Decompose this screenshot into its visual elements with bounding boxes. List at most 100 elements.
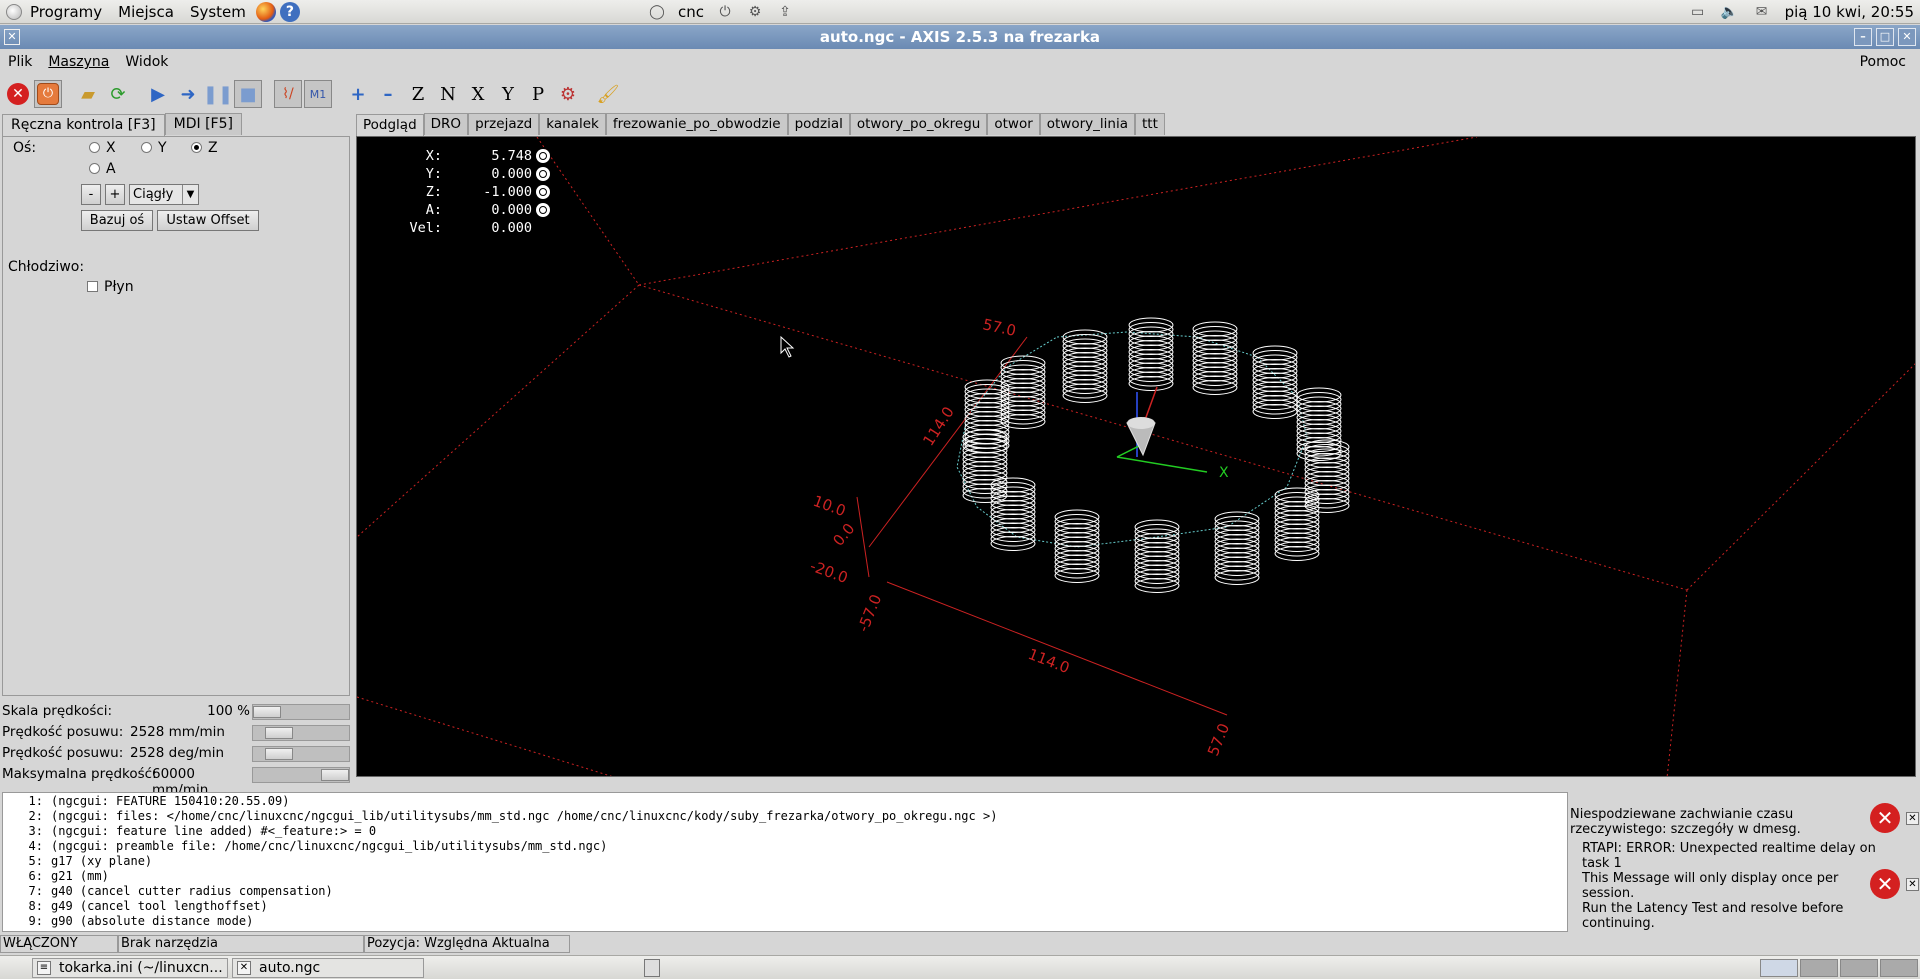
network-icon[interactable]: ◯ — [648, 4, 666, 20]
reload-button[interactable]: ⟳ — [104, 80, 132, 108]
view-z-button[interactable]: Z — [404, 80, 432, 108]
gcode-line[interactable]: 2: (ngcgui: files: </home/cnc/linuxcnc/ng… — [3, 809, 1567, 824]
slider-thumb[interactable] — [265, 748, 293, 760]
dro-axis: Vel: — [409, 220, 442, 236]
open-file-button[interactable]: ▰ — [74, 80, 102, 108]
window-title: auto.ngc - AXIS 2.5.3 na frezarka — [819, 28, 1101, 46]
menu-help[interactable]: Pomoc — [1852, 54, 1914, 70]
window-menu-icon[interactable]: ✕ — [4, 29, 20, 45]
update-icon[interactable]: ⇪ — [776, 4, 794, 20]
tab-otwor[interactable]: otwor — [987, 113, 1040, 135]
workspace-4[interactable] — [1880, 959, 1918, 977]
slider-thumb[interactable] — [265, 727, 293, 739]
view-z2-button[interactable]: N — [434, 80, 462, 108]
tab-dro[interactable]: DRO — [423, 113, 469, 135]
run-button[interactable]: ▶ — [144, 80, 172, 108]
jog-increment-select[interactable]: Ciągły ▼ — [129, 184, 199, 205]
axis-radio-x[interactable]: X — [89, 140, 116, 156]
gnome-logo-icon[interactable] — [6, 3, 22, 20]
workspace-2[interactable] — [1800, 959, 1838, 977]
task-tokarka[interactable]: ≡ tokarka.ini (~/linuxcn... — [32, 958, 228, 978]
menu-file[interactable]: Plik — [0, 54, 40, 70]
close-button[interactable]: ✕ — [1898, 28, 1916, 46]
rotate-view-button[interactable]: ⚙ — [554, 80, 582, 108]
task-label: auto.ngc — [259, 960, 321, 976]
trash-icon[interactable] — [644, 959, 660, 977]
axis-radio-a[interactable]: A — [89, 161, 116, 177]
menu-places[interactable]: Miejsca — [110, 0, 182, 24]
gcode-line[interactable]: 8: g49 (cancel tool lengthoffset) — [3, 899, 1567, 914]
tab-frezowanie-po-obwodzie[interactable]: frezowanie_po_obwodzie — [605, 113, 788, 135]
gcode-line[interactable]: 1: (ngcgui: FEATURE 150410:20.55.09) — [3, 794, 1567, 809]
slider-thumb[interactable] — [321, 769, 349, 781]
view-x-button[interactable]: X — [464, 80, 492, 108]
jog-speed-slider[interactable] — [252, 725, 350, 741]
mail-icon[interactable]: ✉ — [1753, 4, 1771, 20]
display-icon[interactable]: ▭ — [1689, 4, 1707, 20]
pause-button[interactable]: ❚❚ — [203, 80, 233, 108]
feed-override-slider[interactable] — [252, 704, 350, 720]
optional-stop-button[interactable]: M1 — [304, 80, 332, 108]
clear-backplot-button[interactable]: 🖌 — [594, 80, 622, 108]
dro-value: 5.748 — [491, 148, 532, 164]
window-titlebar[interactable]: ✕ auto.ngc - AXIS 2.5.3 na frezarka – □ … — [0, 25, 1920, 49]
jog-plus-button[interactable]: + — [105, 184, 125, 205]
slider-thumb[interactable] — [253, 706, 281, 718]
feed-override-row: Skala prędkości: 100 % — [2, 702, 350, 722]
max-velocity-slider[interactable] — [252, 767, 350, 783]
firefox-icon[interactable] — [255, 1, 276, 22]
touch-off-button[interactable]: Ustaw Offset — [157, 210, 259, 231]
workspace-3[interactable] — [1840, 959, 1878, 977]
gcode-line[interactable]: 3: (ngcgui: feature line added) #<_featur… — [3, 824, 1567, 839]
tab-kanalek[interactable]: kanalek — [539, 113, 606, 135]
menu-system[interactable]: System — [182, 0, 254, 24]
zoom-in-button[interactable]: + — [344, 80, 372, 108]
gcode-line[interactable]: 6: g21 (mm) — [3, 869, 1567, 884]
tab-przejazd[interactable]: przejazd — [468, 113, 540, 135]
line-number: 3: — [28, 824, 43, 838]
home-axis-button[interactable]: Bazuj oś — [81, 210, 153, 231]
machine-power-button[interactable]: ⏻ — [34, 80, 62, 108]
task-auto-ngc[interactable]: ✕ auto.ngc — [232, 958, 424, 978]
tab-manual-control[interactable]: Ręczna kontrola [F3] — [2, 114, 165, 136]
block-delete-button[interactable]: ⌇/ — [274, 80, 302, 108]
cnc-label[interactable]: cnc — [678, 3, 704, 21]
tab-preview[interactable]: Podgląd — [356, 114, 424, 136]
axis-radio-z[interactable]: Z — [191, 140, 218, 156]
volume-icon[interactable]: 🔈 — [1721, 4, 1739, 20]
jog-minus-button[interactable]: - — [81, 184, 101, 205]
stop-button[interactable]: ■ — [234, 80, 262, 108]
estop-button[interactable]: ✕ — [4, 80, 32, 108]
clock[interactable]: pią 10 kwi, 20:55 — [1785, 3, 1914, 21]
tab-otwory-po-okregu[interactable]: otwory_po_okregu — [849, 113, 988, 135]
gcode-line[interactable]: 5: g17 (xy plane) — [3, 854, 1567, 869]
maximize-button[interactable]: □ — [1876, 28, 1894, 46]
view-y-button[interactable]: Y — [494, 80, 522, 108]
close-message-1-button[interactable]: ✕ — [1906, 812, 1919, 825]
angular-jog-speed-slider[interactable] — [252, 746, 350, 762]
gcode-line[interactable]: 7: g40 (cancel cutter radius compensation… — [3, 884, 1567, 899]
tab-mdi[interactable]: MDI [F5] — [164, 113, 242, 135]
step-button[interactable]: ➜ — [174, 80, 202, 108]
tab-ttt[interactable]: ttt — [1134, 113, 1165, 135]
gcode-line[interactable]: 9: g90 (absolute distance mode) — [3, 914, 1567, 929]
axis-radio-y[interactable]: Y — [141, 140, 167, 156]
gcode-listing[interactable]: 1: (ngcgui: FEATURE 150410:20.55.09) 2: (ng… — [2, 792, 1568, 932]
minimize-button[interactable]: – — [1854, 28, 1872, 46]
menu-programs[interactable]: Programy — [22, 0, 110, 24]
menu-machine[interactable]: Maszyna — [40, 54, 117, 70]
close-message-2-button[interactable]: ✕ — [1906, 878, 1919, 891]
zoom-out-button[interactable]: – — [374, 80, 402, 108]
network-manager-icon[interactable]: ⚙ — [746, 4, 764, 20]
workspace-1[interactable] — [1760, 959, 1798, 977]
power-icon[interactable]: ⏻ — [716, 4, 734, 20]
help-icon[interactable]: ? — [279, 1, 300, 22]
tab-podzial[interactable]: podzial — [787, 113, 850, 135]
gcode-line[interactable]: 4: (ngcgui: preamble file: /home/cnc/linu… — [3, 839, 1567, 854]
flood-checkbox[interactable]: Płyn — [87, 279, 134, 295]
panel-right: ▭ 🔈 ✉ pią 10 kwi, 20:55 — [1689, 0, 1914, 24]
toolpath-preview[interactable]: 57.0 114.0 10.0 0.0 -20.0 -57.0 114.0 57… — [356, 136, 1916, 777]
view-p-button[interactable]: P — [524, 80, 552, 108]
menu-view[interactable]: Widok — [117, 54, 176, 70]
tab-otwory-linia[interactable]: otwory_linia — [1039, 113, 1135, 135]
